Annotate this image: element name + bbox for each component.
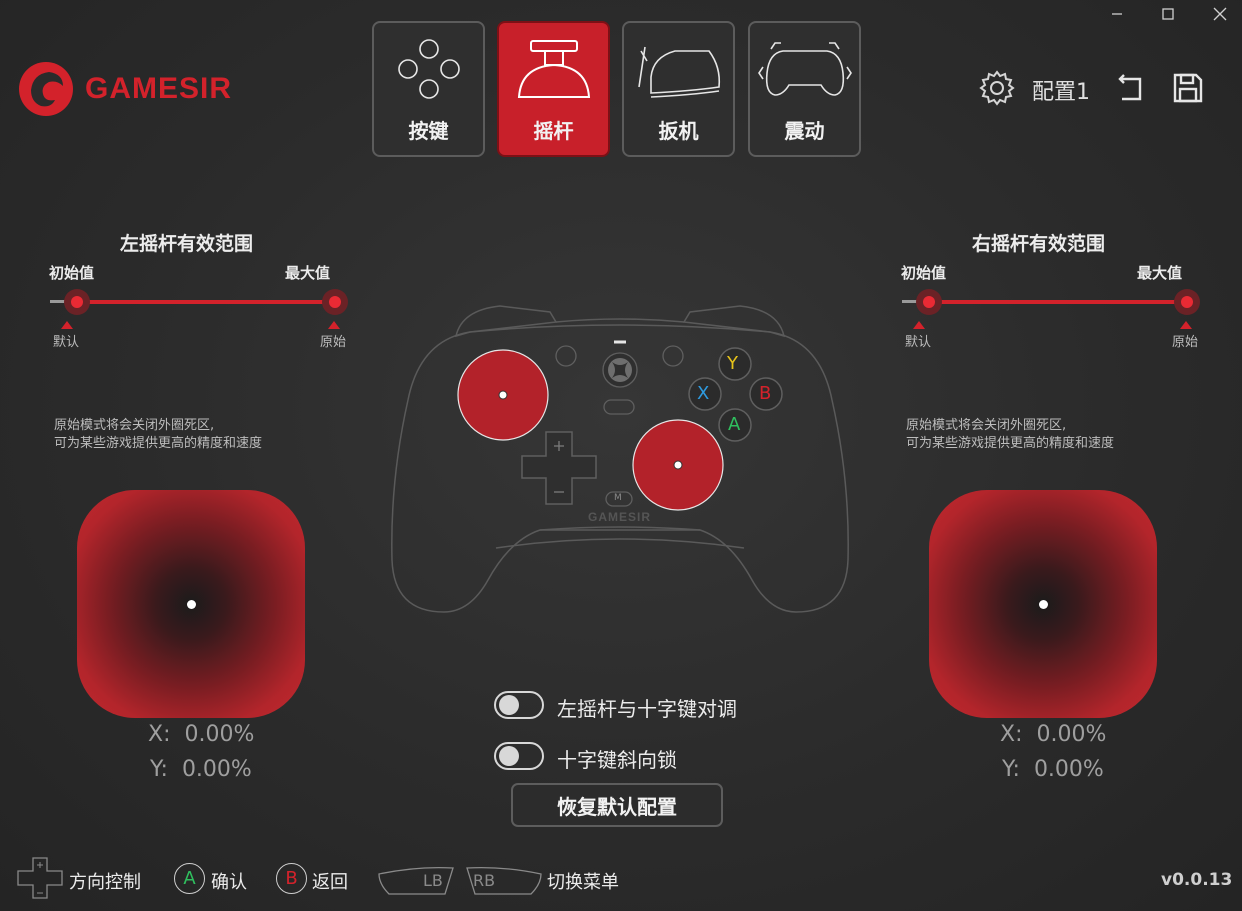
right-y-label: Y:: [1002, 757, 1020, 782]
rb-hint-label: RB: [473, 871, 496, 890]
minimize-icon: [1112, 13, 1122, 15]
left-x-readout: X: 0.00%: [148, 722, 254, 747]
tab-trigger[interactable]: 扳机: [622, 21, 735, 157]
controller-x-button: X: [697, 383, 710, 404]
controller-a-button: A: [728, 414, 741, 435]
right-max-label: 最大值: [1137, 264, 1183, 282]
right-description-line2: 可为某些游戏提供更高的精度和速度: [906, 436, 1115, 451]
controller-y-button: Y: [727, 353, 738, 374]
back-hint-label: 返回: [312, 872, 348, 893]
right-y-value: 0.00%: [1033, 757, 1104, 782]
right-y-readout: Y: 0.00%: [1002, 757, 1104, 782]
left-max-label: 最大值: [285, 264, 331, 282]
app-version: v0.0.13: [1161, 870, 1233, 890]
left-x-value: 0.00%: [184, 722, 255, 747]
right-description-line1: 原始模式将会关闭外圈死区,: [906, 418, 1067, 433]
confirm-hint-label: 确认: [211, 872, 247, 893]
tab-vibration[interactable]: 震动: [748, 21, 861, 157]
dpad-hint-icon: [17, 857, 63, 903]
logo-text: GAMESIR: [85, 72, 233, 105]
left-description: 原始模式将会关闭外圈死区, 可为某些游戏提供更高的精度和速度: [54, 417, 262, 453]
left-range-title: 左摇杆有效范围: [120, 233, 254, 255]
undo-button[interactable]: [1116, 73, 1146, 107]
config-name[interactable]: 配置1: [1032, 74, 1090, 106]
close-icon: [1213, 7, 1227, 21]
vibration-icon: [757, 35, 853, 105]
close-button[interactable]: [1200, 0, 1240, 28]
dpad-diagonal-lock-label: 十字键斜向锁: [557, 748, 677, 772]
right-x-label: X:: [1000, 722, 1023, 747]
swap-stick-dpad-label: 左摇杆与十字键对调: [557, 697, 737, 721]
left-x-label: X:: [148, 722, 171, 747]
right-default-label: 默认: [905, 335, 932, 350]
left-range-track[interactable]: [76, 300, 334, 304]
gear-icon: [979, 70, 1015, 106]
minimize-button[interactable]: [1097, 0, 1137, 28]
right-default-marker: [913, 321, 925, 329]
tab-label: 按键: [408, 119, 449, 143]
left-description-line1: 原始模式将会关闭外圈死区,: [54, 418, 215, 433]
dpad-diagonal-lock-toggle[interactable]: [494, 742, 544, 770]
switch-menu-hint-label: 切换菜单: [547, 872, 619, 893]
left-raw-marker: [328, 321, 340, 329]
save-button[interactable]: [1172, 72, 1204, 108]
controller-brand-text: GAMESIR: [588, 510, 652, 524]
right-min-knob[interactable]: [916, 289, 942, 315]
left-min-label: 初始值: [49, 264, 95, 282]
right-description: 原始模式将会关闭外圈死区, 可为某些游戏提供更高的精度和速度: [906, 417, 1114, 453]
tab-label: 震动: [784, 119, 825, 143]
swap-stick-dpad-toggle[interactable]: [494, 691, 544, 719]
back-hint-button: B: [276, 863, 307, 894]
left-min-knob[interactable]: [64, 289, 90, 315]
right-x-readout: X: 0.00%: [1000, 722, 1106, 747]
right-deadzone-pad: [929, 490, 1157, 718]
left-y-value: 0.00%: [181, 757, 252, 782]
tab-label: 扳机: [658, 119, 699, 143]
right-raw-label: 原始: [1172, 335, 1199, 350]
maximize-icon: [1162, 8, 1174, 20]
tab-joystick[interactable]: 摇杆: [497, 21, 610, 157]
settings-button[interactable]: [978, 69, 1016, 111]
undo-icon: [1118, 74, 1142, 101]
right-range-track[interactable]: [928, 300, 1186, 304]
buttons-icon: [394, 35, 464, 105]
reset-default-button[interactable]: 恢复默认配置: [511, 783, 723, 827]
tab-buttons[interactable]: 按键: [372, 21, 485, 157]
gamesir-logo: GAMESIR: [17, 60, 232, 118]
left-stick-position-dot: [187, 600, 196, 609]
right-raw-marker: [1180, 321, 1192, 329]
left-y-label: Y:: [150, 757, 168, 782]
right-x-value: 0.00%: [1036, 722, 1107, 747]
left-default-label: 默认: [53, 335, 80, 350]
confirm-hint-button: A: [174, 863, 205, 894]
maximize-button[interactable]: [1148, 0, 1188, 28]
trigger-icon: [631, 35, 727, 105]
left-description-line2: 可为某些游戏提供更高的精度和速度: [54, 436, 263, 451]
left-deadzone-pad: [77, 490, 305, 718]
dpad-hint-label: 方向控制: [69, 872, 141, 893]
right-range-title: 右摇杆有效范围: [972, 233, 1106, 255]
controller-m-button: M: [614, 493, 622, 503]
save-icon: [1173, 73, 1203, 103]
controller-illustration: [391, 305, 849, 613]
right-max-knob[interactable]: [1174, 289, 1200, 315]
joystick-icon: [509, 35, 599, 105]
left-y-readout: Y: 0.00%: [150, 757, 252, 782]
gamesir-logo-icon: [19, 62, 73, 116]
tab-label: 摇杆: [533, 119, 574, 143]
right-min-label: 初始值: [901, 264, 947, 282]
lb-hint-label: LB: [423, 871, 443, 890]
left-default-marker: [61, 321, 73, 329]
bumper-hint-icons: [378, 866, 542, 895]
left-raw-label: 原始: [320, 335, 347, 350]
controller-b-button: B: [759, 383, 772, 404]
right-stick-position-dot: [1039, 600, 1048, 609]
left-max-knob[interactable]: [322, 289, 348, 315]
